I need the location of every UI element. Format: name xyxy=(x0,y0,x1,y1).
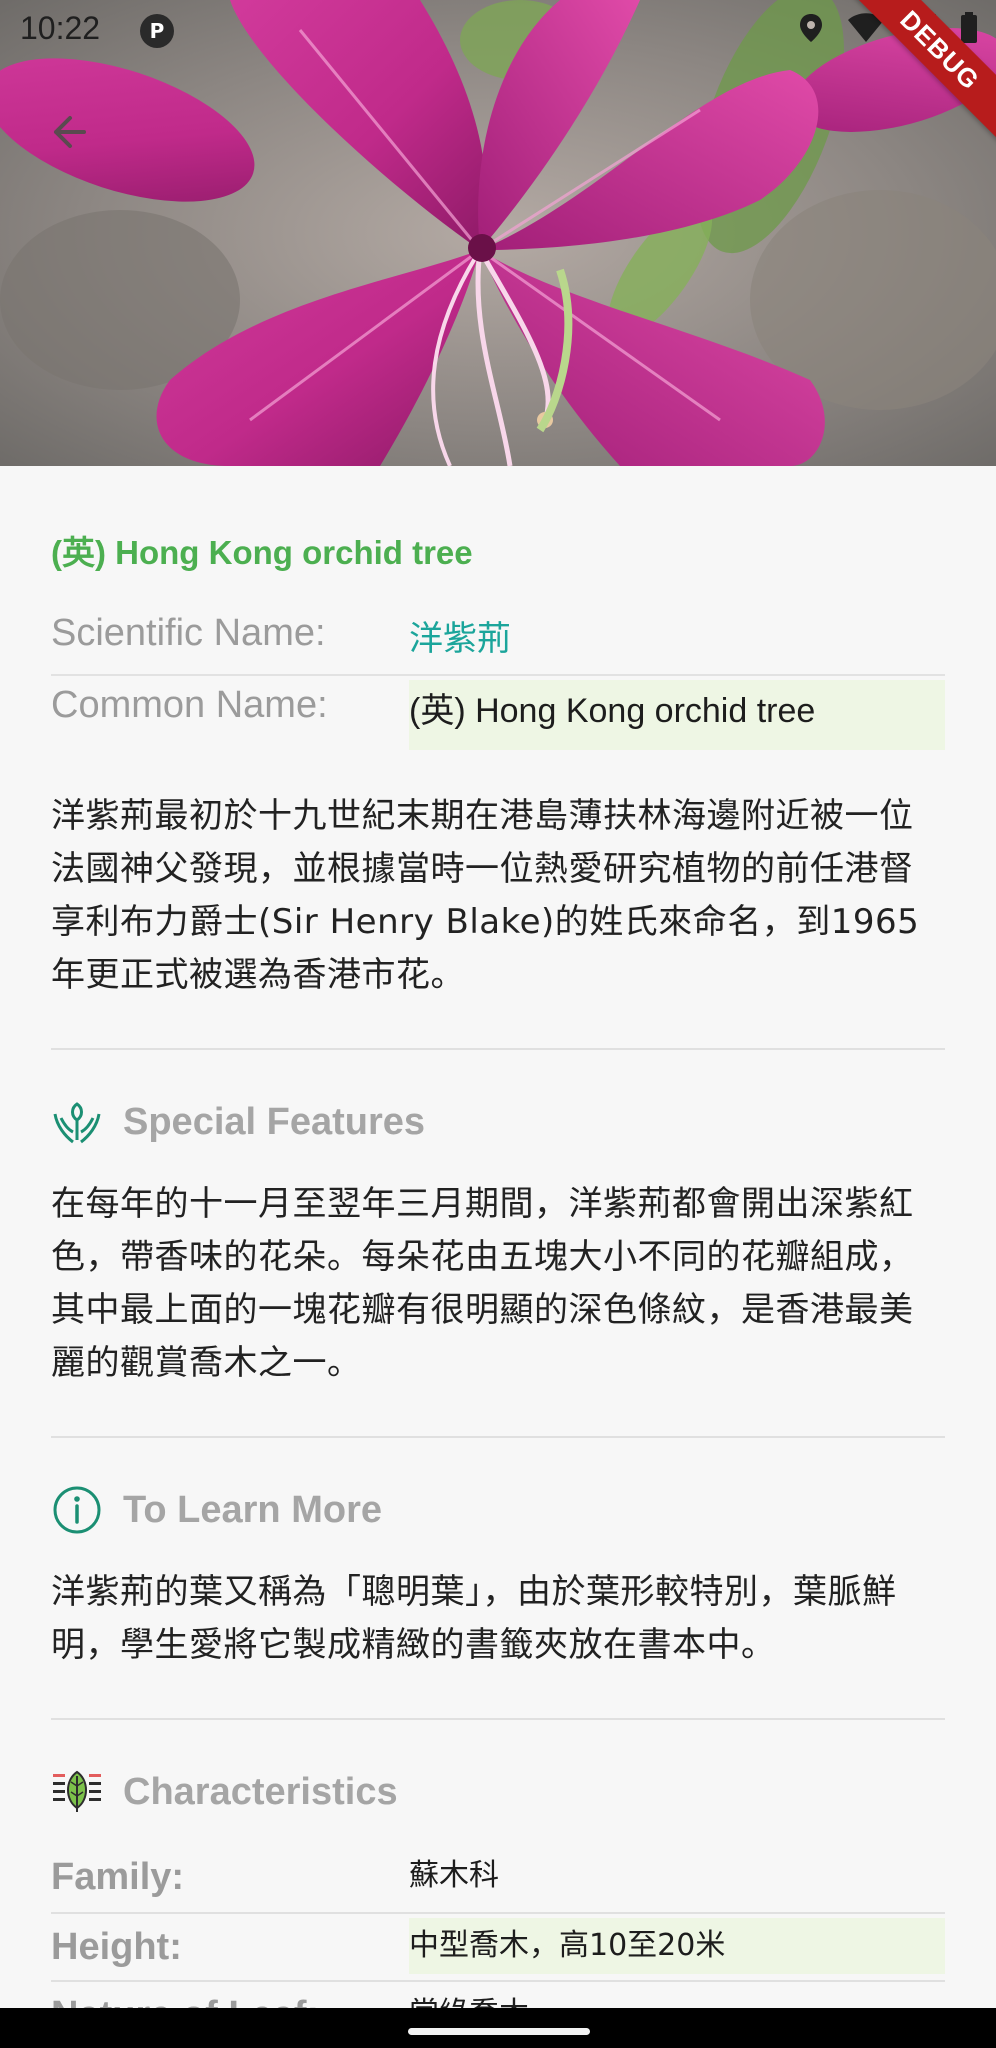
plant-detail-screen: 10:22 P DEBUG (英) Hong Kong orchid tree … xyxy=(0,0,996,2048)
app-notification-icon: P xyxy=(140,14,174,48)
characteristic-label: Family: xyxy=(51,1856,185,1898)
scientific-name-label: Scientific Name: xyxy=(51,612,326,654)
learn-more-body: 洋紫荊的葉又稱為「聰明葉」，由於葉形較特別，葉脈鮮明，學生愛將它製成精緻的書籤夾… xyxy=(51,1572,897,1665)
scientific-name-row: Scientific Name: 洋紫荊 xyxy=(51,604,945,674)
back-button[interactable] xyxy=(44,104,100,160)
plant-content: (英) Hong Kong orchid tree Scientific Nam… xyxy=(51,466,945,2048)
characteristic-value: 中型喬木，高10至20米 xyxy=(409,1918,945,1974)
divider xyxy=(51,1436,945,1438)
battery-icon xyxy=(961,12,977,43)
characteristic-value: 蘇木科 xyxy=(409,1858,499,1893)
home-gesture-handle[interactable] xyxy=(408,2028,590,2035)
learn-more-header: To Learn More xyxy=(51,1482,945,1538)
special-features-title: Special Features xyxy=(123,1100,426,1143)
characteristic-label: Height: xyxy=(51,1926,182,1968)
common-name-row: Common Name: (英) Hong Kong orchid tree xyxy=(51,674,945,750)
status-bar: 10:22 P xyxy=(0,0,996,60)
location-icon xyxy=(800,14,822,42)
leaf-bookmark-icon xyxy=(53,1770,101,1812)
info-icon xyxy=(53,1486,101,1534)
special-features-header: Special Features xyxy=(51,1094,945,1150)
plant-en-title: (英) Hong Kong orchid tree xyxy=(51,534,473,571)
hero-photo xyxy=(0,0,996,466)
status-time: 10:22 xyxy=(20,10,101,46)
characteristics-header: Characteristics xyxy=(51,1764,945,1820)
common-name-label: Common Name: xyxy=(51,684,328,726)
plant-description: 洋紫荊最初於十九世紀末期在港島薄扶林海邊附近被一位法國神父發現，並根據當時一位熱… xyxy=(51,796,920,995)
divider xyxy=(51,1048,945,1050)
learn-more-title: To Learn More xyxy=(123,1488,382,1531)
characteristics-title: Characteristics xyxy=(123,1770,398,1813)
characteristic-row-family: Family: 蘇木科 xyxy=(51,1844,945,1912)
name-table: Scientific Name: 洋紫荊 Common Name: (英) Ho… xyxy=(51,604,945,750)
orchid-flower-image xyxy=(0,0,996,466)
divider xyxy=(51,1718,945,1720)
arrow-left-icon xyxy=(54,116,86,148)
characteristic-row-height: Height: 中型喬木，高10至20米 xyxy=(51,1912,945,1980)
special-features-body: 在每年的十一月至翌年三月期間，洋紫荊都會開出深紫紅色，帶香味的花朵。每朵花由五塊… xyxy=(51,1184,914,1383)
scientific-name-value: 洋紫荊 xyxy=(409,620,511,658)
system-nav-bar xyxy=(0,2008,996,2048)
common-name-value: (英) Hong Kong orchid tree xyxy=(409,680,945,750)
hands-sprout-icon xyxy=(53,1102,101,1144)
